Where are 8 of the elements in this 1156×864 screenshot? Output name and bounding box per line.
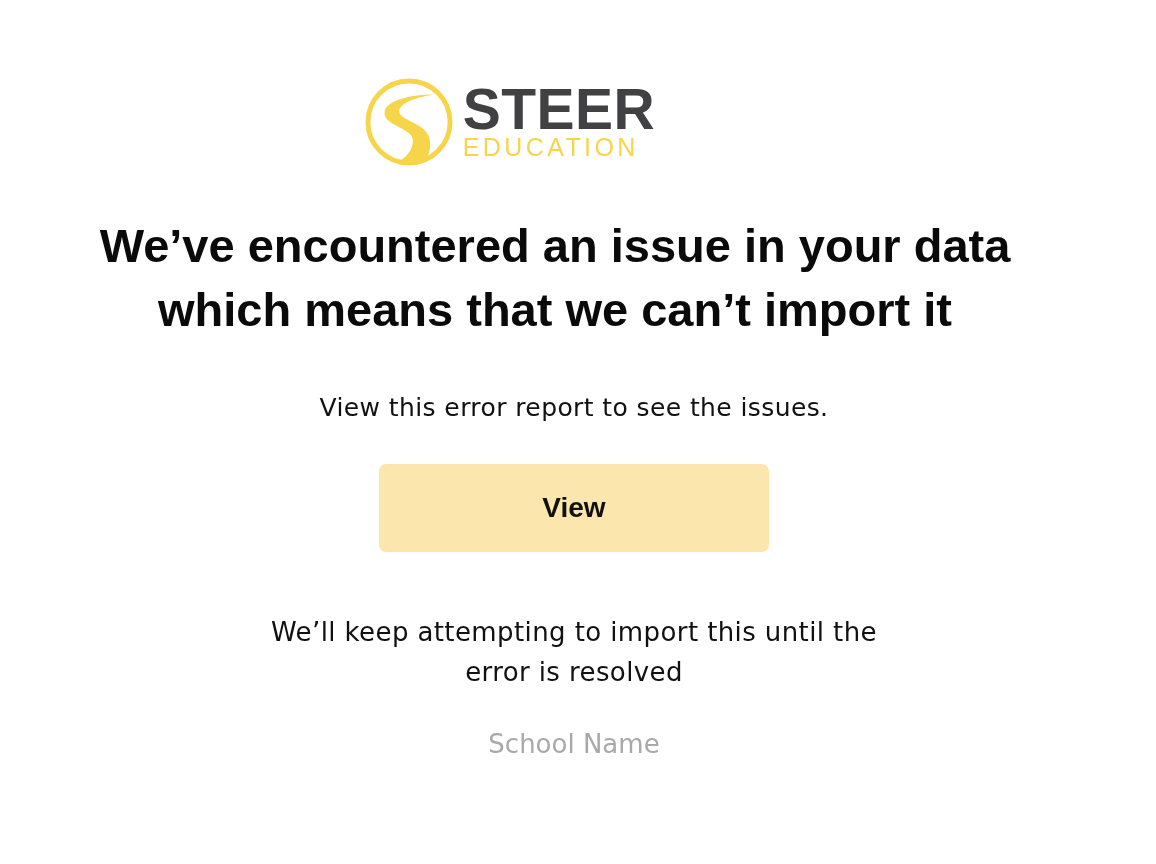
- road-circle-logo-icon: [364, 78, 453, 166]
- brand-name: STEER: [462, 84, 656, 134]
- error-message: View this error report to see the issues.: [319, 392, 829, 424]
- brand-subtitle: EDUCATION: [462, 134, 639, 160]
- error-heading: We’ve encountered an issue in your data which means that we can’t import it: [99, 218, 1011, 338]
- view-button[interactable]: View: [379, 464, 769, 552]
- retry-note: We’ll keep attempting to import this until the error is resolved: [271, 616, 877, 689]
- school-name: School Name: [488, 728, 660, 761]
